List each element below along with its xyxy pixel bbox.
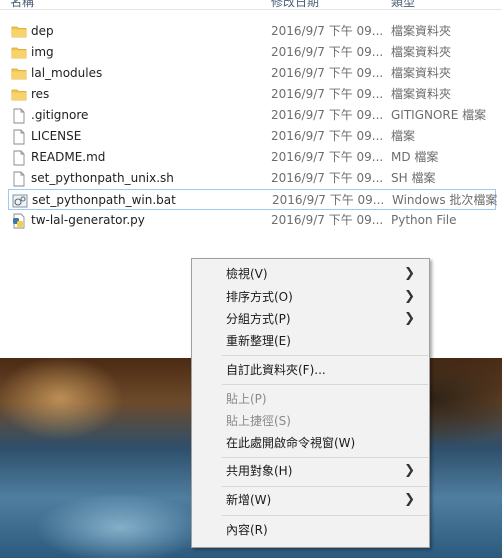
column-name-header[interactable]: 名稱 bbox=[10, 0, 34, 10]
menu-item-customize-folder[interactable]: 自訂此資料夾(F)... bbox=[194, 359, 427, 381]
menu-item-refresh[interactable]: 重新整理(E) bbox=[194, 330, 427, 352]
menu-separator bbox=[222, 457, 428, 458]
file-type: Python File bbox=[391, 213, 457, 227]
file-type: 檔案資料夾 bbox=[391, 66, 452, 80]
file-type: GITIGNORE 檔案 bbox=[391, 108, 487, 122]
file-name: .gitignore bbox=[31, 108, 89, 122]
menu-item-paste-shortcut[interactable]: 貼上捷徑(S) bbox=[194, 410, 427, 432]
menu-item-label: 新增(W) bbox=[226, 493, 272, 507]
file-name: tw-lal-generator.py bbox=[31, 213, 145, 227]
file-type: 檔案 bbox=[391, 129, 416, 143]
file-date: 2016/9/7 下午 09... bbox=[271, 171, 384, 185]
menu-item-new[interactable]: 新增(W) ❯ bbox=[194, 489, 427, 511]
file-date: 2016/9/7 下午 09... bbox=[271, 45, 384, 59]
file-date: 2016/9/7 下午 09... bbox=[271, 150, 384, 164]
file-row[interactable]: res 2016/9/7 下午 09... 檔案資料夾 bbox=[0, 84, 502, 105]
python-file-icon bbox=[11, 213, 27, 229]
file-row[interactable]: README.md 2016/9/7 下午 09... MD 檔案 bbox=[0, 147, 502, 168]
chevron-right-icon: ❯ bbox=[404, 311, 415, 326]
file-name: README.md bbox=[31, 150, 106, 164]
menu-item-paste[interactable]: 貼上(P) bbox=[194, 388, 427, 410]
chevron-right-icon: ❯ bbox=[404, 266, 415, 281]
file-icon bbox=[11, 150, 27, 166]
menu-item-label: 貼上捷徑(S) bbox=[226, 414, 291, 428]
menu-separator bbox=[222, 486, 428, 487]
file-row[interactable]: lal_modules 2016/9/7 下午 09... 檔案資料夾 bbox=[0, 63, 502, 84]
menu-item-label: 分組方式(P) bbox=[226, 312, 291, 326]
file-type: 檔案資料夾 bbox=[391, 87, 452, 101]
chevron-right-icon: ❯ bbox=[404, 492, 415, 507]
menu-separator bbox=[222, 384, 428, 385]
file-date: 2016/9/7 下午 09... bbox=[271, 66, 384, 80]
menu-item-properties[interactable]: 內容(R) bbox=[194, 519, 427, 541]
file-type: MD 檔案 bbox=[391, 150, 439, 164]
file-type: 檔案資料夾 bbox=[391, 24, 452, 38]
menu-item-sort-by[interactable]: 排序方式(O) ❯ bbox=[194, 286, 427, 308]
file-type: Windows 批次檔案 bbox=[392, 193, 498, 207]
file-date: 2016/9/7 下午 09... bbox=[271, 108, 384, 122]
file-date: 2016/9/7 下午 09... bbox=[271, 129, 384, 143]
file-name: res bbox=[31, 87, 50, 101]
menu-item-label: 貼上(P) bbox=[226, 392, 267, 406]
file-name: set_pythonpath_unix.sh bbox=[31, 171, 174, 185]
folder-icon bbox=[11, 66, 27, 82]
file-row[interactable]: dep 2016/9/7 下午 09... 檔案資料夾 bbox=[0, 21, 502, 42]
file-icon bbox=[11, 108, 27, 124]
column-header: 名稱 修改日期 類型 bbox=[0, 0, 502, 10]
menu-item-label: 內容(R) bbox=[226, 523, 268, 537]
file-name: dep bbox=[31, 24, 54, 38]
file-icon bbox=[11, 129, 27, 145]
column-date-header[interactable]: 修改日期 bbox=[271, 0, 319, 10]
file-date: 2016/9/7 下午 09... bbox=[271, 24, 384, 38]
menu-item-label: 重新整理(E) bbox=[226, 334, 291, 348]
file-name: lal_modules bbox=[31, 66, 103, 80]
file-date: 2016/9/7 下午 09... bbox=[271, 213, 384, 227]
menu-separator bbox=[222, 515, 428, 516]
folder-icon bbox=[11, 87, 27, 103]
file-name: img bbox=[31, 45, 54, 59]
file-row[interactable]: img 2016/9/7 下午 09... 檔案資料夾 bbox=[0, 42, 502, 63]
file-row[interactable]: set_pythonpath_unix.sh 2016/9/7 下午 09... S… bbox=[0, 168, 502, 189]
file-row[interactable]: .gitignore 2016/9/7 下午 09... GITIGNORE 檔案 bbox=[0, 105, 502, 126]
menu-item-label: 自訂此資料夾(F)... bbox=[226, 363, 326, 377]
file-type: SH 檔案 bbox=[391, 171, 436, 185]
file-icon bbox=[11, 171, 27, 187]
menu-item-label: 在此處開啟命令視窗(W) bbox=[226, 436, 356, 450]
menu-item-label: 共用對象(H) bbox=[226, 464, 293, 478]
folder-icon bbox=[11, 24, 27, 40]
file-row[interactable]: LICENSE 2016/9/7 下午 09... 檔案 bbox=[0, 126, 502, 147]
batch-file-icon bbox=[12, 193, 28, 209]
menu-item-label: 排序方式(O) bbox=[226, 290, 293, 304]
menu-item-share-with[interactable]: 共用對象(H) ❯ bbox=[194, 460, 427, 482]
file-name: LICENSE bbox=[31, 129, 82, 143]
menu-item-group-by[interactable]: 分組方式(P) ❯ bbox=[194, 308, 427, 330]
file-date: 2016/9/7 下午 09... bbox=[271, 87, 384, 101]
context-menu: 檢視(V) ❯ 排序方式(O) ❯ 分組方式(P) ❯ 重新整理(E) 自訂此資… bbox=[191, 258, 430, 548]
menu-item-label: 檢視(V) bbox=[226, 267, 268, 281]
column-type-header[interactable]: 類型 bbox=[391, 0, 415, 10]
menu-item-view[interactable]: 檢視(V) ❯ bbox=[194, 263, 427, 285]
menu-item-open-command-window[interactable]: 在此處開啟命令視窗(W) bbox=[194, 432, 427, 454]
folder-icon bbox=[11, 45, 27, 61]
chevron-right-icon: ❯ bbox=[404, 289, 415, 304]
menu-separator bbox=[222, 355, 428, 356]
file-date: 2016/9/7 下午 09... bbox=[272, 193, 385, 207]
file-row[interactable]: set_pythonpath_win.bat 2016/9/7 下午 09... W… bbox=[8, 189, 498, 210]
file-row[interactable]: tw-lal-generator.py 2016/9/7 下午 09... Pyth… bbox=[0, 210, 502, 231]
file-list: dep 2016/9/7 下午 09... 檔案資料夾 img 2016/9/7 下午 … bbox=[0, 21, 502, 231]
file-name: set_pythonpath_win.bat bbox=[32, 193, 176, 207]
chevron-right-icon: ❯ bbox=[404, 463, 415, 478]
file-type: 檔案資料夾 bbox=[391, 45, 452, 59]
